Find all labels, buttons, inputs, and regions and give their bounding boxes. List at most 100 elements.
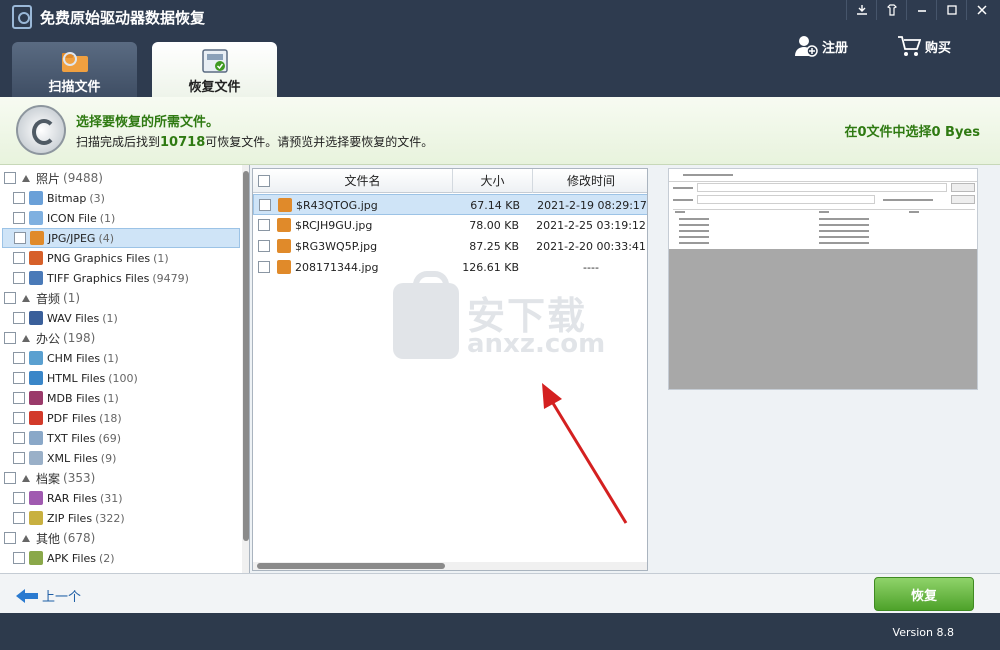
tree-checkbox[interactable] xyxy=(13,252,25,264)
tree-checkbox[interactable] xyxy=(13,552,25,564)
tab-scan-files[interactable]: 扫描文件 xyxy=(12,42,137,97)
tab-recover-files[interactable]: 恢复文件 xyxy=(152,42,277,97)
tree-checkbox[interactable] xyxy=(13,352,25,364)
select-all-checkbox[interactable] xyxy=(258,175,270,187)
window-controls xyxy=(846,0,996,20)
recover-button[interactable]: 恢复 xyxy=(874,577,974,611)
tree-item[interactable]: PNG Graphics Files (1) xyxy=(2,248,240,268)
recover-disk-icon xyxy=(201,49,228,73)
file-list-hscrollbar-thumb[interactable] xyxy=(257,563,445,569)
tree-item[interactable]: WAV Files (1) xyxy=(2,308,240,328)
user-add-icon xyxy=(795,36,818,57)
column-file-name[interactable]: 文件名 xyxy=(273,169,453,193)
tree-item[interactable]: RAR Files (31) xyxy=(2,488,240,508)
tree-scrollbar[interactable] xyxy=(242,165,249,573)
tree-checkbox[interactable] xyxy=(13,392,25,404)
back-button[interactable]: 上一个 xyxy=(16,586,81,605)
tree-checkbox[interactable] xyxy=(13,312,25,324)
tree-count: (9) xyxy=(100,451,117,465)
tree-checkbox[interactable] xyxy=(13,372,25,384)
expand-icon[interactable] xyxy=(22,174,30,182)
tree-item[interactable]: ZIP Files (322) xyxy=(2,508,240,528)
watermark-logo: 安下载 anxz.com xyxy=(393,271,633,363)
image-preview xyxy=(668,168,978,390)
tree-item[interactable]: HTML Files (100) xyxy=(2,368,240,388)
expand-icon[interactable] xyxy=(22,534,30,542)
table-row[interactable]: 208171344.jpg 126.61 KB ---- xyxy=(253,257,647,278)
tree-item[interactable]: TXT Files (69) xyxy=(2,428,240,448)
row-checkbox[interactable] xyxy=(258,261,270,273)
tree-checkbox[interactable] xyxy=(13,192,25,204)
tree-checkbox[interactable] xyxy=(13,412,25,424)
file-type-icon xyxy=(29,431,43,445)
tree-label: 照片 xyxy=(36,171,61,186)
tree-checkbox[interactable] xyxy=(4,172,16,184)
tree-label: APK Files xyxy=(47,551,97,565)
tree-item[interactable]: TIFF Graphics Files (9479) xyxy=(2,268,240,288)
register-label: 注册 xyxy=(822,40,849,56)
tree-checkbox[interactable] xyxy=(13,452,25,464)
file-type-icon xyxy=(29,351,43,365)
watermark-bag-icon xyxy=(393,271,459,359)
tree-item[interactable]: ICON File (1) xyxy=(2,208,240,228)
tree-category[interactable]: 照片 (9488) xyxy=(4,168,240,188)
skin-icon[interactable] xyxy=(876,0,906,20)
expand-icon[interactable] xyxy=(22,474,30,482)
table-row[interactable]: $RCJH9GU.jpg 78.00 KB 2021-2-25 03:19:12 xyxy=(253,215,647,236)
minimize-icon[interactable] xyxy=(906,0,936,20)
register-button[interactable]: 注册 xyxy=(794,34,848,58)
tree-checkbox[interactable] xyxy=(4,332,16,344)
buy-label: 购买 xyxy=(925,40,952,56)
expand-icon[interactable] xyxy=(22,294,30,302)
main-area: 照片 (9488) Bitmap (3) ICON File (1) JPG/JPEG (4)… xyxy=(0,165,1000,573)
file-size: 67.14 KB xyxy=(470,199,520,212)
tree-category[interactable]: 其他 (678) xyxy=(4,528,240,548)
row-checkbox[interactable] xyxy=(258,240,270,252)
tree-item[interactable]: PDF Files (18) xyxy=(2,408,240,428)
tree-checkbox[interactable] xyxy=(14,232,26,244)
tree-category[interactable]: 办公 (198) xyxy=(4,328,240,348)
tree-category[interactable]: 档案 (353) xyxy=(4,468,240,488)
row-checkbox[interactable] xyxy=(258,219,270,231)
column-modified[interactable]: 修改时间 xyxy=(533,169,647,193)
file-list-hscrollbar[interactable] xyxy=(253,562,647,570)
tree-count: (1) xyxy=(153,251,169,265)
file-modified: ---- xyxy=(583,261,599,274)
tree-count: (1) xyxy=(103,391,119,405)
download-icon[interactable] xyxy=(846,0,876,20)
tree-checkbox[interactable] xyxy=(4,292,16,304)
tree-item[interactable]: APK Files (2) xyxy=(2,548,240,568)
title-bar: 免费原始驱动器数据恢复 扫描文件 恢复文件 注册 购买 xyxy=(0,0,1000,97)
selection-summary: 在0文件中选择0 Byes xyxy=(844,125,980,140)
buy-button[interactable]: 购买 xyxy=(897,34,951,58)
file-type-icon xyxy=(30,231,44,245)
banner-text-suffix: 可恢复文件。请预览并选择要恢复的文件。 xyxy=(205,135,434,149)
tree-checkbox[interactable] xyxy=(13,212,25,224)
tree-item[interactable]: MDB Files (1) xyxy=(2,388,240,408)
column-size[interactable]: 大小 xyxy=(453,169,533,193)
table-row[interactable]: $R43QTOG.jpg 67.14 KB 2021-2-19 08:29:17 xyxy=(253,194,647,215)
preview-background xyxy=(669,249,977,389)
tree-item[interactable]: JPG/JPEG (4) xyxy=(2,228,240,248)
close-icon[interactable] xyxy=(966,0,996,20)
tree-checkbox[interactable] xyxy=(4,472,16,484)
tree-scrollbar-thumb[interactable] xyxy=(243,171,249,541)
maximize-icon[interactable] xyxy=(936,0,966,20)
tree-checkbox[interactable] xyxy=(13,272,25,284)
expand-icon[interactable] xyxy=(22,334,30,342)
tree-label: TIFF Graphics Files xyxy=(47,271,150,285)
tree-checkbox[interactable] xyxy=(13,492,25,504)
tree-item[interactable]: Bitmap (3) xyxy=(2,188,240,208)
row-checkbox[interactable] xyxy=(259,199,271,211)
table-row[interactable]: $RG3WQ5P.jpg 87.25 KB 2021-2-20 00:33:41 xyxy=(253,236,647,257)
tree-category[interactable]: 音频 (1) xyxy=(4,288,240,308)
file-type-icon xyxy=(29,491,43,505)
tree-item[interactable]: XML Files (9) xyxy=(2,448,240,468)
tree-label: PNG Graphics Files xyxy=(47,251,151,265)
scan-folder-icon xyxy=(61,52,88,72)
tree-count: (100) xyxy=(108,371,138,385)
tree-checkbox[interactable] xyxy=(13,432,25,444)
tree-item[interactable]: CHM Files (1) xyxy=(2,348,240,368)
tree-checkbox[interactable] xyxy=(13,512,25,524)
tree-checkbox[interactable] xyxy=(4,532,16,544)
